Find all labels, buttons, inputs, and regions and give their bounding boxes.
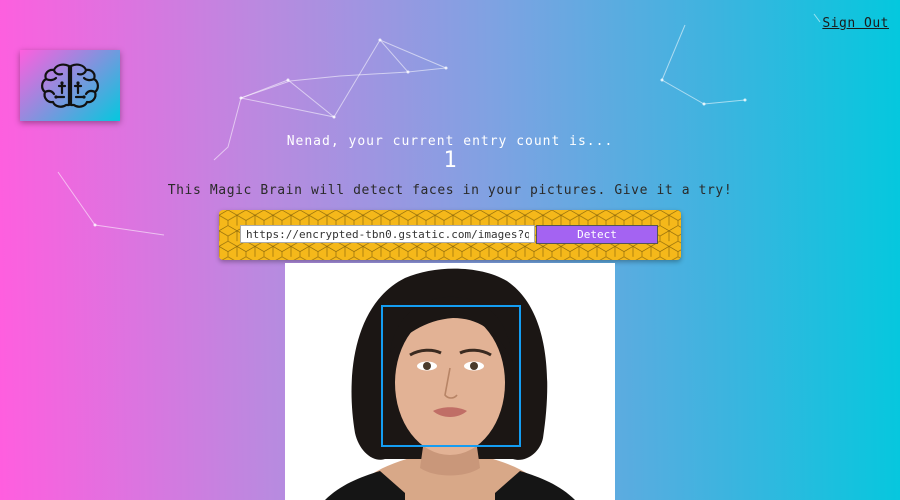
entry-count-message: Nenad, your current entry count is...: [286, 134, 614, 149]
detect-button[interactable]: Detect: [536, 225, 658, 244]
app-logo: [20, 50, 120, 121]
image-url-input[interactable]: [240, 225, 535, 243]
image-link-form: Detect: [219, 210, 681, 260]
sign-out-link[interactable]: Sign Out: [822, 16, 889, 31]
input-image: [285, 263, 615, 500]
brain-icon: [41, 63, 99, 108]
entry-count-value: 1: [443, 148, 457, 173]
intro-text: This Magic Brain will detect faces in yo…: [167, 183, 733, 198]
face-bounding-box: [381, 305, 521, 447]
